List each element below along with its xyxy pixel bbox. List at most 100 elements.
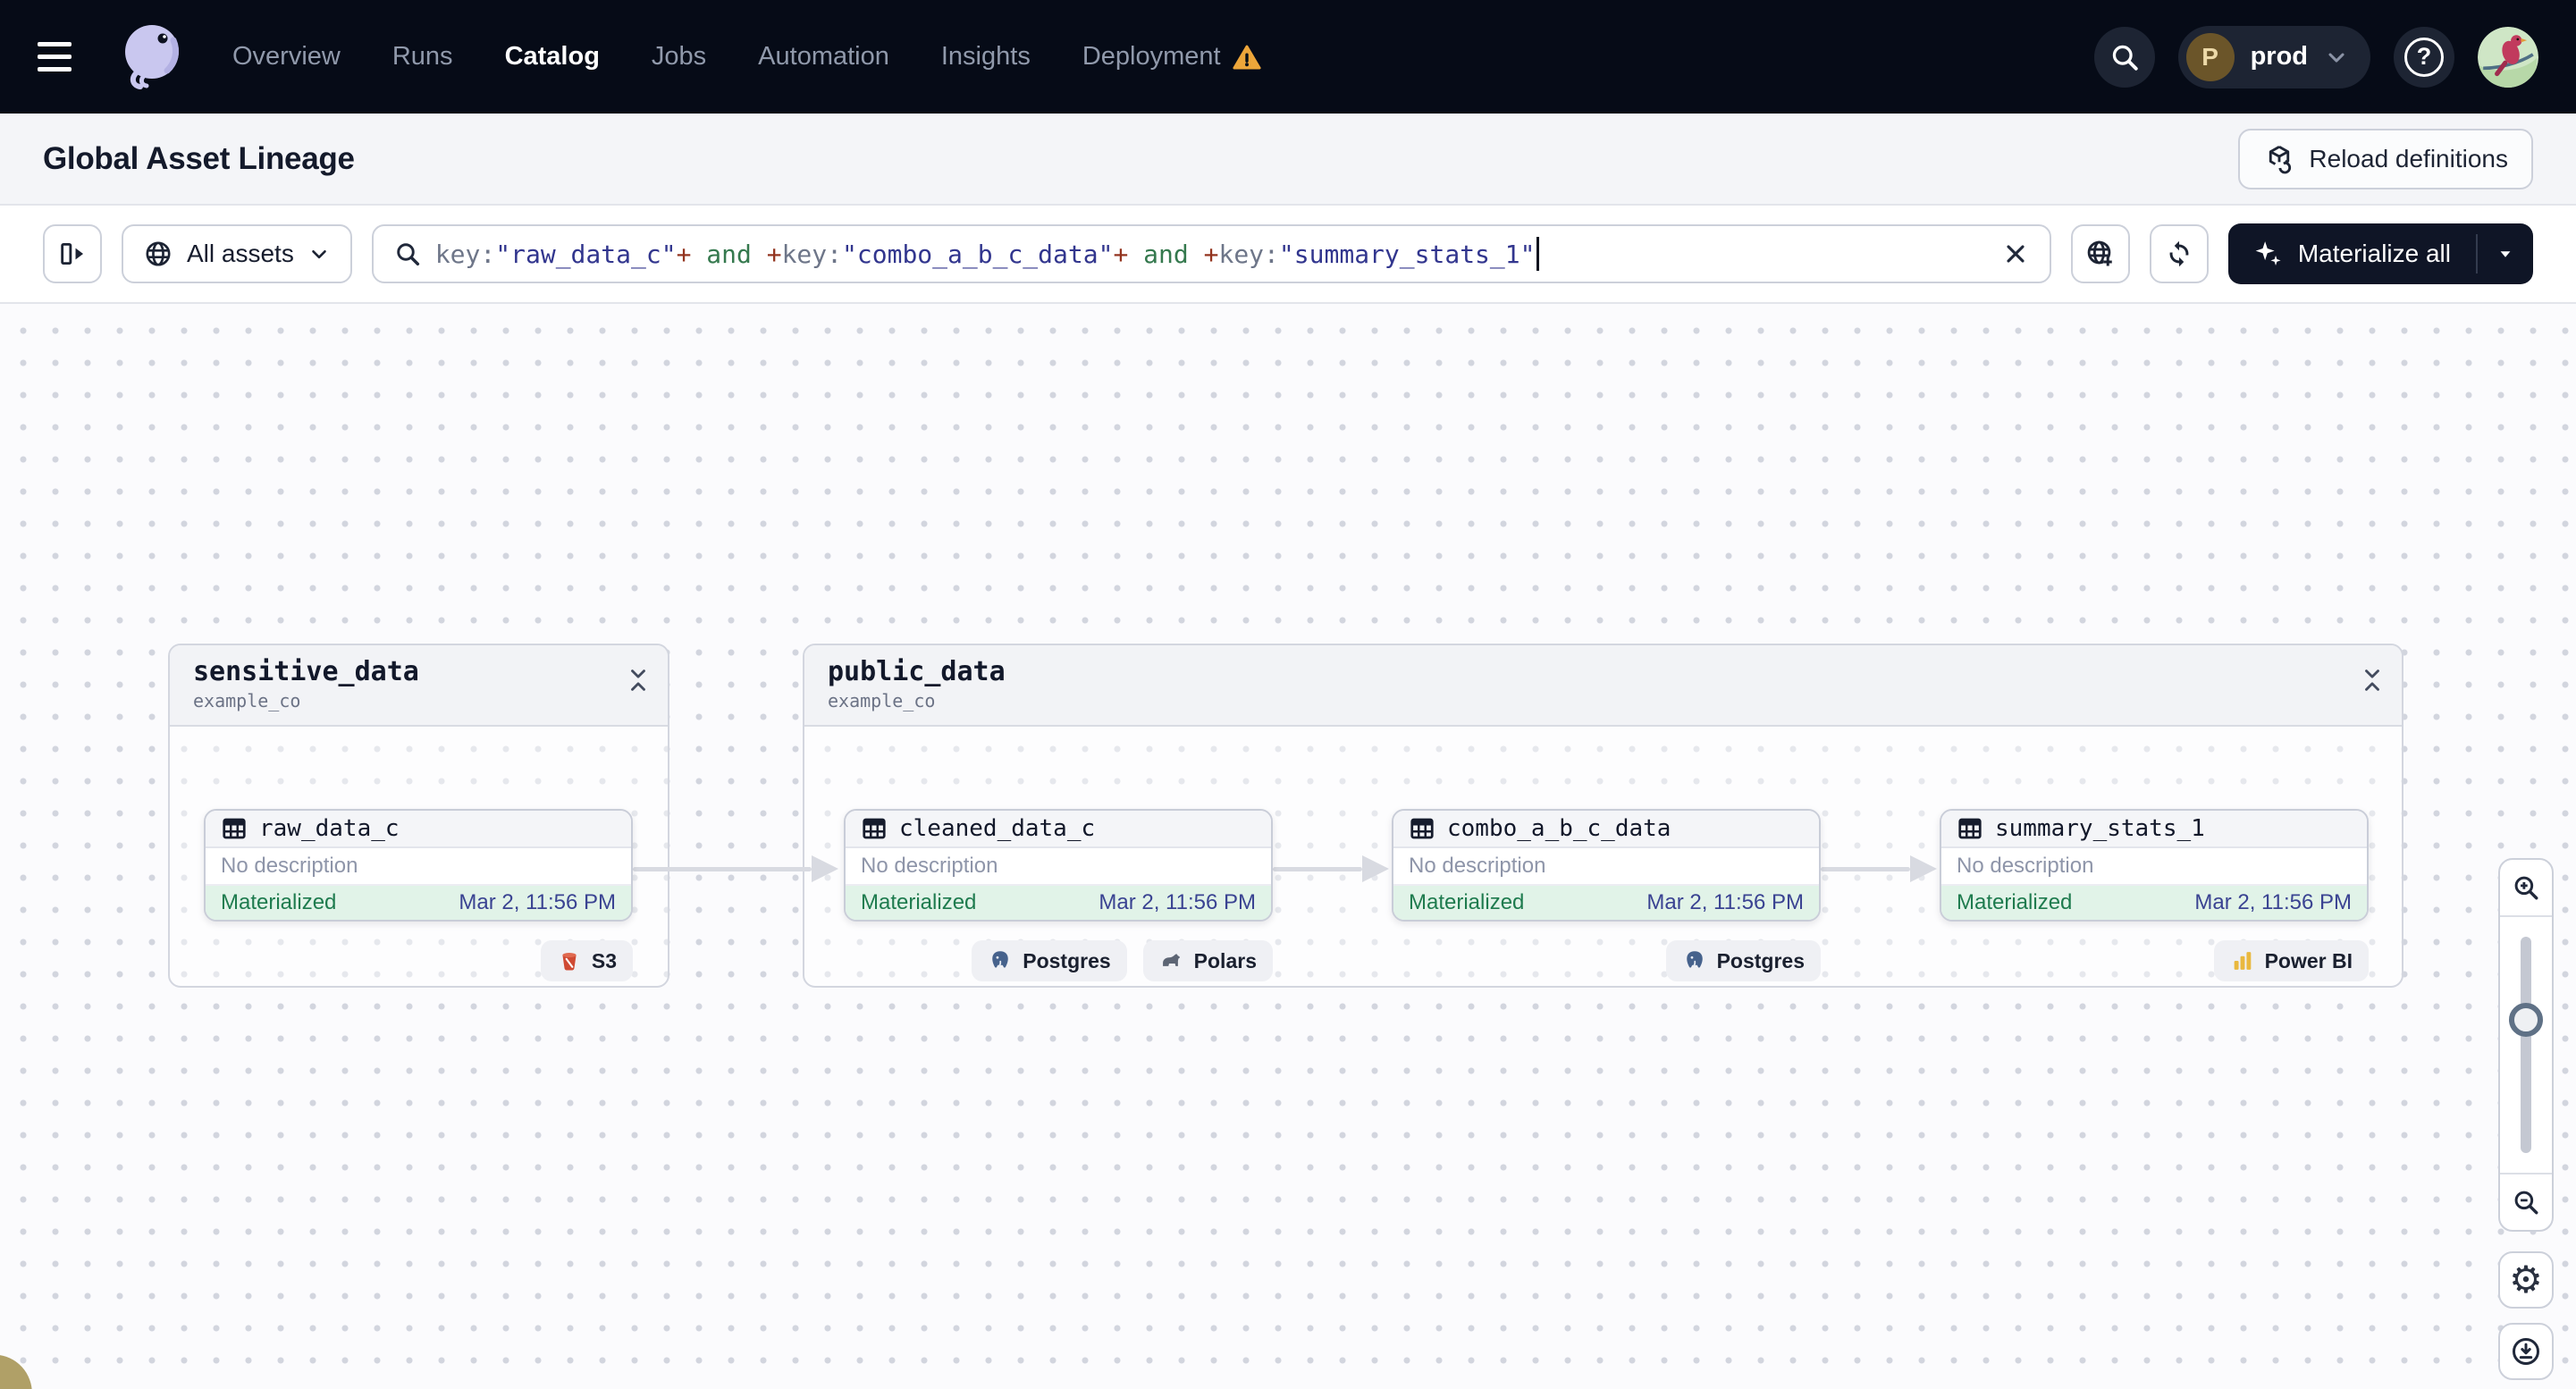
asset-name: combo_a_b_c_data xyxy=(1447,815,1671,842)
graph-settings-button[interactable]: ⚙ xyxy=(2498,1251,2554,1309)
nav-item-insights[interactable]: Insights xyxy=(941,42,1031,72)
zoom-in-icon xyxy=(2514,876,2538,900)
asset-node-header: cleaned_data_c xyxy=(846,811,1271,848)
edge-cleaned-to-combo xyxy=(1273,867,1362,871)
asset-status-row: Materialized Mar 2, 11:56 PM xyxy=(206,886,631,920)
lineage-graph-canvas[interactable]: sensitive_data example_co public_data ex… xyxy=(0,304,2576,1389)
asset-node-header: raw_data_c xyxy=(206,811,631,848)
edge-combo-to-summary xyxy=(1821,867,1910,871)
octopus-icon xyxy=(125,24,180,89)
query-segment: + xyxy=(766,239,782,269)
table-icon xyxy=(223,818,246,839)
postgres-icon xyxy=(992,951,1008,968)
query-segment: key: xyxy=(1218,239,1279,269)
nav-right: P prod ? xyxy=(2093,25,2538,88)
query-segment: "raw_data_c" xyxy=(495,239,677,269)
nav-item-deployment[interactable]: Deployment xyxy=(1082,42,1262,72)
deployment-avatar: P xyxy=(2185,32,2235,81)
graph-query-button[interactable] xyxy=(2070,224,2130,283)
nav-item-catalog[interactable]: Catalog xyxy=(505,42,600,72)
collapse-group-button[interactable] xyxy=(627,667,650,696)
menu-icon[interactable] xyxy=(38,29,95,86)
tag-label: Polars xyxy=(1193,948,1257,972)
search-icon xyxy=(2112,45,2138,71)
group-subtitle: example_co xyxy=(193,690,301,711)
tag-label: Postgres xyxy=(1023,948,1111,972)
reload-cube-icon xyxy=(2269,145,2292,173)
user-avatar[interactable] xyxy=(2478,26,2538,88)
text-cursor xyxy=(1536,237,1540,271)
table-icon xyxy=(863,818,886,839)
tag-postgres[interactable]: Postgres xyxy=(972,940,1127,981)
zoom-out-button[interactable] xyxy=(2500,1173,2552,1230)
asset-description: No description xyxy=(206,848,631,886)
tag-polars[interactable]: Polars xyxy=(1142,940,1273,981)
global-search-button[interactable] xyxy=(2093,26,2155,88)
deployment-switcher[interactable]: P prod xyxy=(2177,25,2370,88)
primary-nav: Overview Runs Catalog Jobs Automation In… xyxy=(232,42,1262,72)
asset-tags-row: Power BI xyxy=(1940,940,2369,981)
asset-tags-row: Postgres xyxy=(1392,940,1821,981)
materialization-timestamp: Mar 2, 11:56 PM xyxy=(1099,890,1256,914)
asset-tags-row: Postgres Polars xyxy=(844,940,1273,981)
nav-item-runs[interactable]: Runs xyxy=(392,42,453,72)
deployment-name: prod xyxy=(2250,42,2308,71)
zoom-slider-thumb[interactable] xyxy=(2509,1003,2543,1037)
asset-node-combo-a-b-c-data[interactable]: combo_a_b_c_data No description Material… xyxy=(1392,809,1821,922)
tag-power-bi[interactable]: Power BI xyxy=(2213,940,2369,981)
asset-status-row: Materialized Mar 2, 11:56 PM xyxy=(1941,886,2367,920)
sparkles-icon xyxy=(2255,241,2281,265)
table-icon xyxy=(1958,818,1982,839)
nav-item-deployment-label: Deployment xyxy=(1082,42,1221,71)
refresh-button[interactable] xyxy=(2149,224,2209,283)
tag-postgres[interactable]: Postgres xyxy=(1665,940,1821,981)
asset-node-raw-data-c[interactable]: raw_data_c No description Materialized M… xyxy=(204,809,633,922)
zoom-slider[interactable] xyxy=(2500,917,2552,1173)
asset-search-input[interactable]: key: "raw_data_c" + and + key: "combo_a_b_c_… xyxy=(371,224,2051,283)
query-segment: key: xyxy=(434,239,496,269)
close-icon xyxy=(2007,245,2025,263)
query-segment: + xyxy=(676,239,692,269)
asset-description: No description xyxy=(1941,848,2367,886)
edge-arrowhead-icon xyxy=(812,855,838,882)
top-nav: Overview Runs Catalog Jobs Automation In… xyxy=(0,0,2576,114)
tag-s3[interactable]: S3 xyxy=(540,940,633,981)
query-segment: "summary_stats_1" xyxy=(1278,239,1536,269)
asset-node-summary-stats-1[interactable]: summary_stats_1 No description Materiali… xyxy=(1940,809,2369,922)
chevron-down-icon xyxy=(312,249,326,259)
nav-item-jobs[interactable]: Jobs xyxy=(652,42,706,72)
nav-item-automation[interactable]: Automation xyxy=(758,42,889,72)
zoom-in-button[interactable] xyxy=(2500,860,2552,917)
asset-scope-dropdown[interactable]: All assets xyxy=(122,224,352,283)
materialize-all-button[interactable]: Materialize all xyxy=(2228,223,2476,284)
edge-arrowhead-icon xyxy=(1910,855,1937,882)
clear-search-button[interactable] xyxy=(2001,240,2030,268)
caret-down-icon xyxy=(2500,251,2511,257)
page-header: Global Asset Lineage Reload definitions xyxy=(0,114,2576,206)
collapse-group-button[interactable] xyxy=(2361,667,2384,696)
corner-decoration xyxy=(0,1353,38,1389)
zoom-controls xyxy=(2498,858,2554,1232)
nav-item-overview[interactable]: Overview xyxy=(232,42,341,72)
tag-label: Power BI xyxy=(2264,948,2353,972)
download-image-button[interactable] xyxy=(2498,1323,2554,1380)
materialize-options-button[interactable] xyxy=(2478,223,2533,284)
open-panel-button[interactable] xyxy=(43,224,102,283)
download-icon xyxy=(2513,1338,2539,1365)
reload-definitions-button[interactable]: Reload definitions xyxy=(2238,128,2533,189)
asset-description: No description xyxy=(1393,848,1819,886)
globe-plus-icon xyxy=(2087,240,2112,266)
status-badge: Materialized xyxy=(861,890,977,914)
materialize-all-label: Materialize all xyxy=(2297,240,2451,267)
sync-icon xyxy=(2169,240,2189,267)
dagster-logo xyxy=(111,14,193,100)
zoom-out-icon xyxy=(2514,1191,2538,1215)
group-subtitle: example_co xyxy=(828,690,936,711)
asset-node-cleaned-data-c[interactable]: cleaned_data_c No description Materializ… xyxy=(844,809,1273,922)
powerbi-icon xyxy=(2234,952,2251,970)
panel-expand-icon xyxy=(61,242,84,265)
reload-definitions-label: Reload definitions xyxy=(2309,144,2508,173)
help-button[interactable]: ? xyxy=(2394,26,2454,88)
materialization-timestamp: Mar 2, 11:56 PM xyxy=(459,890,616,914)
lineage-toolbar: All assets key: "raw_data_c" + and + key: "c… xyxy=(0,206,2576,304)
